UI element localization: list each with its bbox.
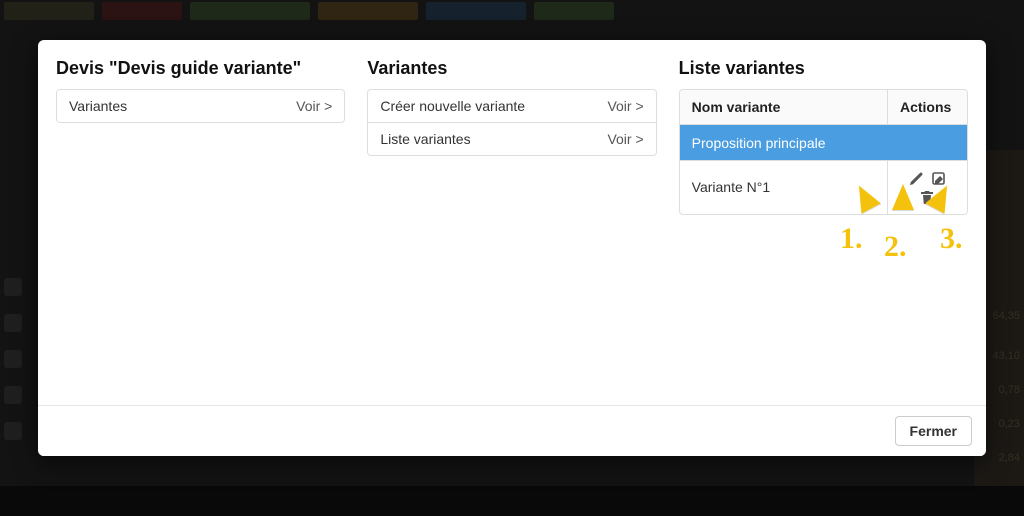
modal-footer: Fermer [38,405,986,456]
rename-icon[interactable] [931,171,947,187]
list-item-label: Variantes [69,98,127,114]
col-liste-variantes: Liste variantes Nom variante Actions Pro… [679,58,968,405]
devis-item-variantes[interactable]: Variantes Voir > [57,90,344,122]
pencil-icon[interactable] [908,171,924,187]
list-item-label: Liste variantes [380,131,470,147]
table-row[interactable]: Variante N°1 [680,160,967,214]
th-nom-variante: Nom variante [680,90,887,125]
list-item-action: Voir > [607,131,643,147]
table-row[interactable]: Proposition principale [680,125,967,160]
variants-table: Nom variante Actions Proposition princip… [679,89,968,215]
cell-variant-actions [887,160,967,214]
col-variantes: Variantes Créer nouvelle variante Voir >… [367,58,656,405]
close-button[interactable]: Fermer [895,416,972,446]
cell-variant-name: Proposition principale [680,125,887,160]
variants-modal: Devis "Devis guide variante" Variantes V… [38,40,986,456]
col-devis: Devis "Devis guide variante" Variantes V… [56,58,345,405]
list-item-action: Voir > [607,98,643,114]
list-item-action: Voir > [296,98,332,114]
trash-icon[interactable] [919,189,935,205]
col-liste-variantes-title: Liste variantes [679,58,968,79]
col-devis-title: Devis "Devis guide variante" [56,58,345,79]
modal-body: Devis "Devis guide variante" Variantes V… [38,40,986,405]
list-item-label: Créer nouvelle variante [380,98,525,114]
th-actions: Actions [887,90,967,125]
col-variantes-title: Variantes [367,58,656,79]
col-variantes-list: Créer nouvelle variante Voir > Liste var… [367,89,656,156]
cell-variant-name: Variante N°1 [680,160,887,214]
cell-variant-actions [887,125,967,160]
variantes-item-create[interactable]: Créer nouvelle variante Voir > [368,90,655,122]
variantes-item-list[interactable]: Liste variantes Voir > [368,122,655,155]
col-devis-list: Variantes Voir > [56,89,345,123]
